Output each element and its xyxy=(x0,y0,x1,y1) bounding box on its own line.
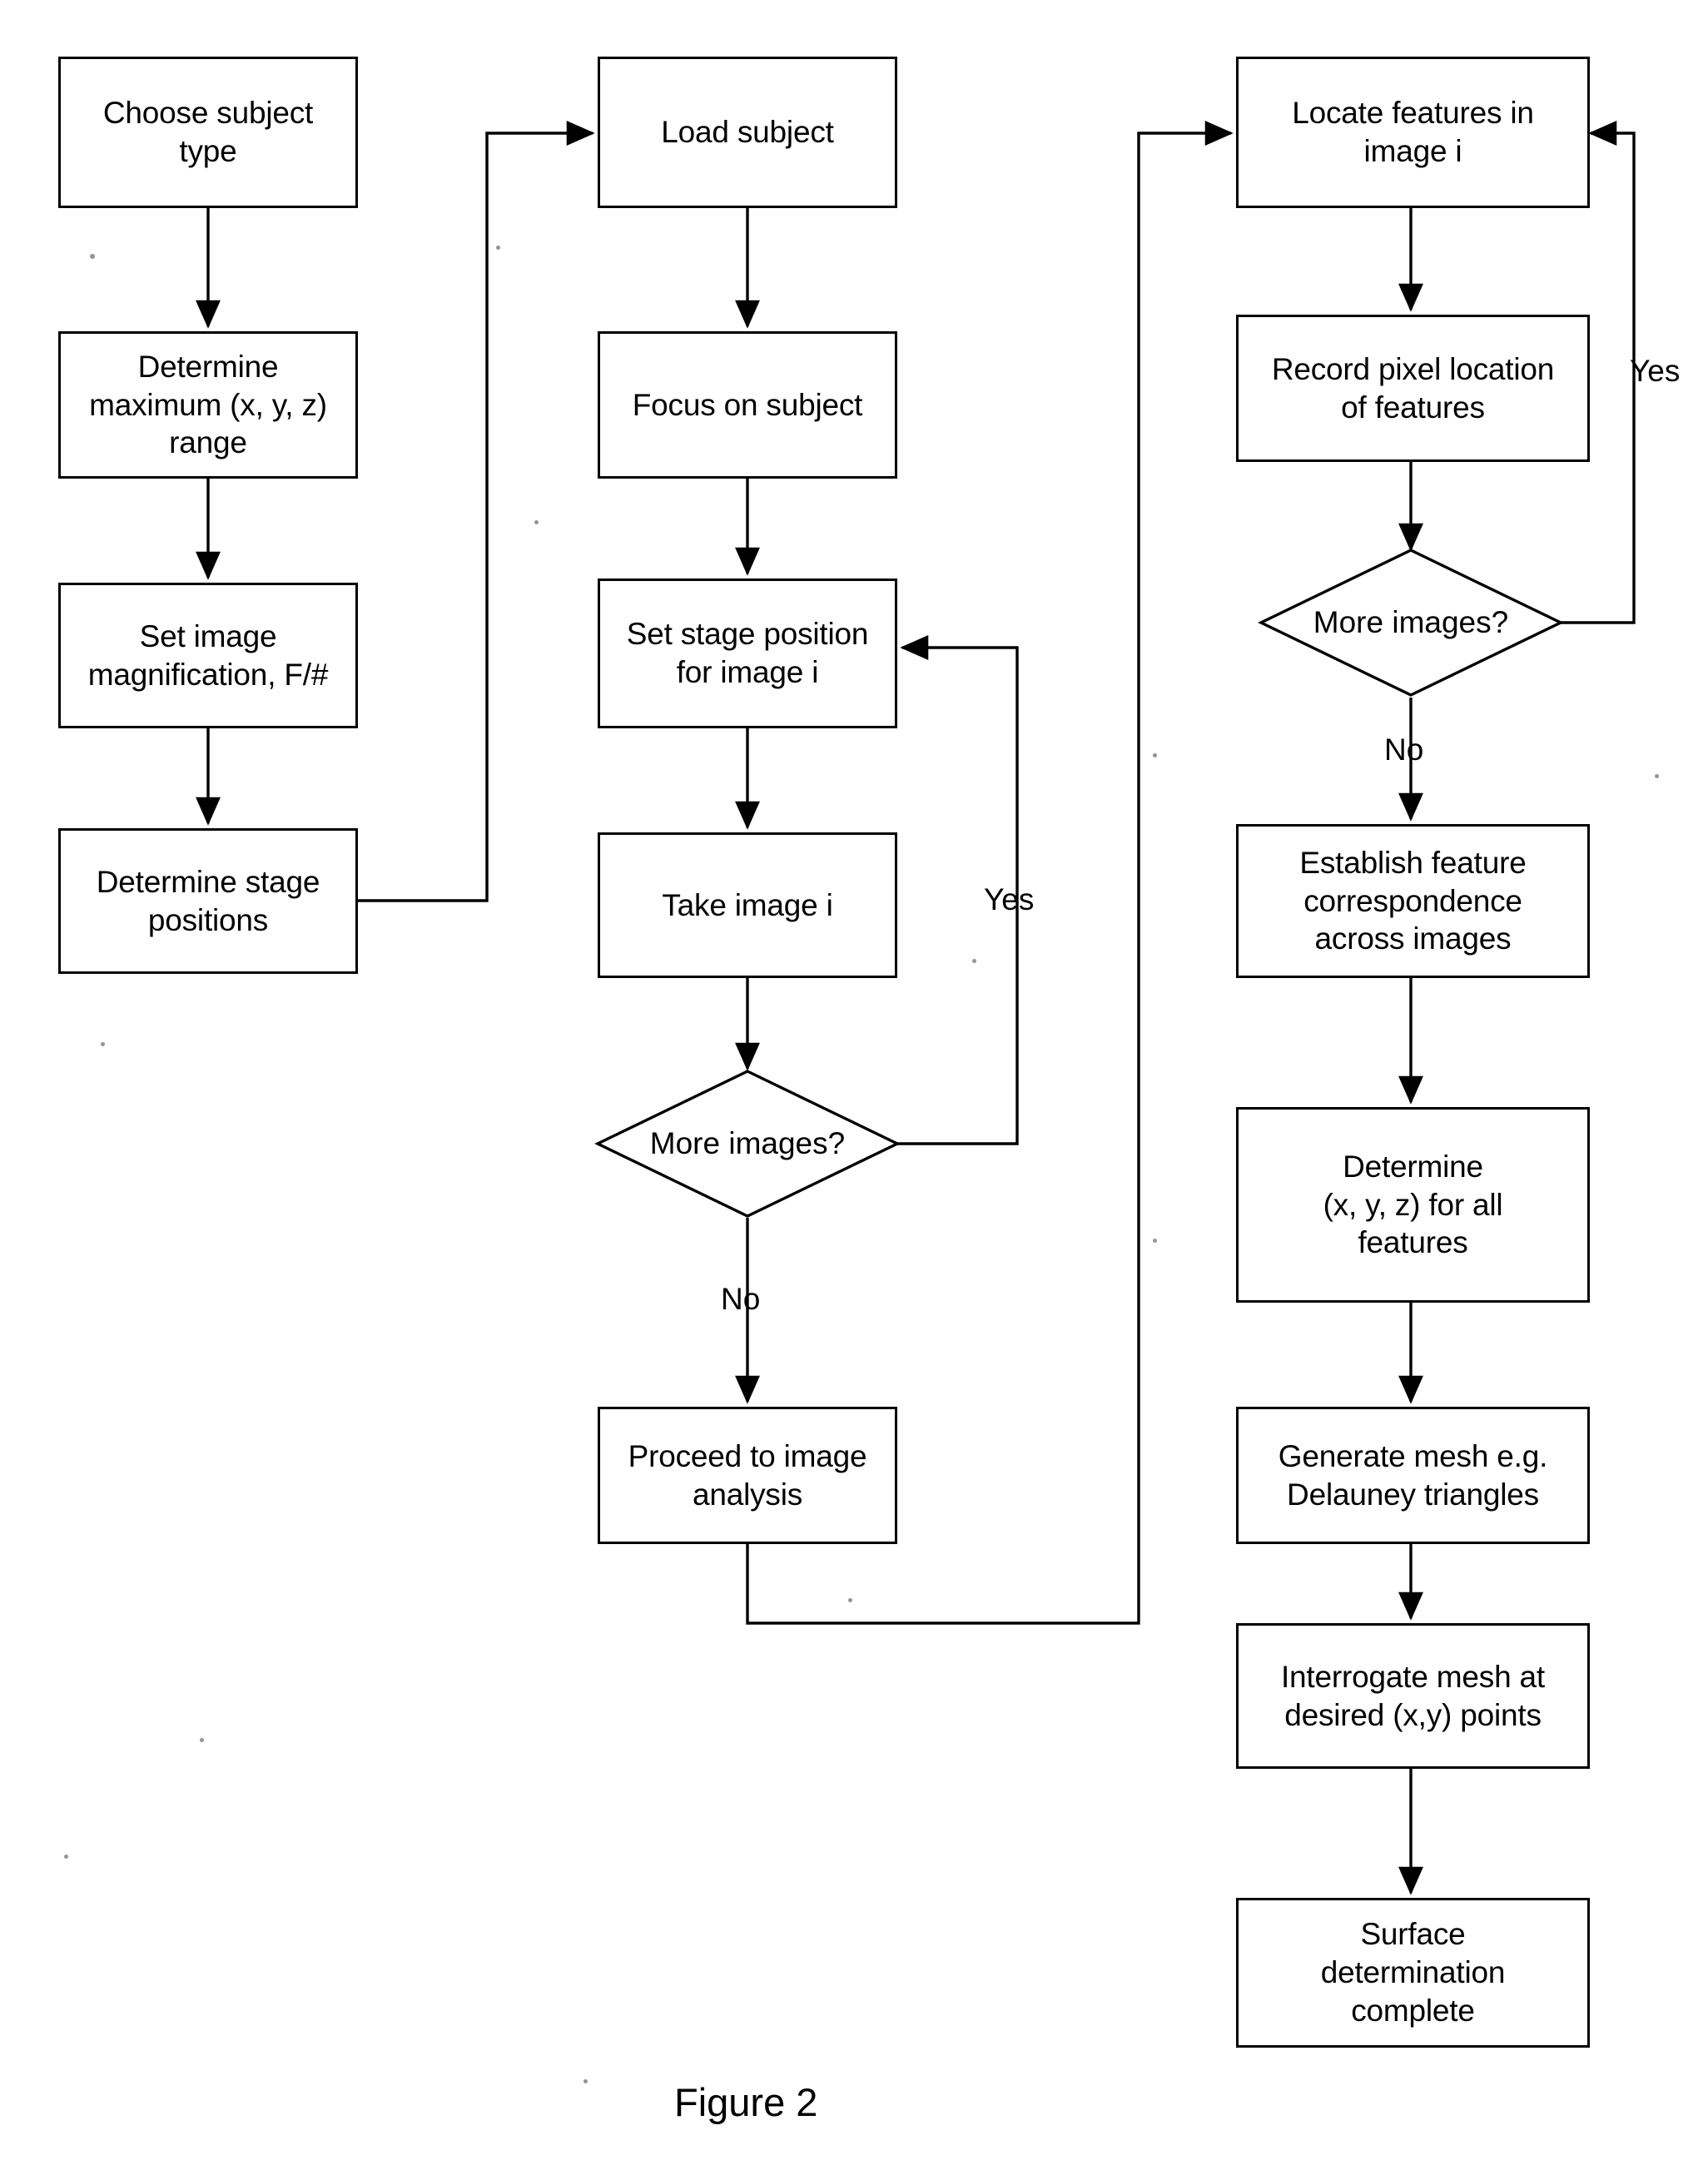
scan-speck xyxy=(1655,774,1659,778)
node-label-choose-subject-type: Choose subject type xyxy=(102,96,314,168)
edge-label-yes-acquisition: Yes xyxy=(984,882,1035,916)
node-label-determine-stage-positions: Determine stage positions xyxy=(96,864,320,937)
node-set-stage-position[interactable]: Set stage position for image i xyxy=(598,579,897,728)
node-determine-stage-positions[interactable]: Determine stage positions xyxy=(58,828,358,974)
scan-speck xyxy=(200,1738,204,1742)
node-label-set-stage-position: Set stage position for image i xyxy=(626,617,869,689)
decision-label-wrap-analysis[interactable]: More images? xyxy=(1261,550,1561,695)
decision-label-wrap-acquisition[interactable]: More images? xyxy=(598,1071,897,1216)
edge-stage-positions-to-load-subject xyxy=(358,121,595,902)
scan-speck xyxy=(496,246,500,250)
edge-label-no-analysis: No xyxy=(1384,732,1424,767)
node-label-establish-correspondence: Establish feature correspondence across … xyxy=(1299,845,1527,956)
scan-speck xyxy=(90,254,95,259)
node-label-surface-complete: Surface determination complete xyxy=(1320,1917,1506,2028)
edge-label-yes-analysis: Yes xyxy=(1630,354,1681,388)
node-determine-xyz[interactable]: Determine (x, y, z) for all features xyxy=(1236,1107,1590,1303)
node-choose-subject-type[interactable]: Choose subject type xyxy=(58,57,358,208)
node-interrogate-mesh[interactable]: Interrogate mesh at desired (x,y) points xyxy=(1236,1623,1590,1769)
scan-speck xyxy=(1153,1239,1157,1243)
scan-speck xyxy=(972,959,976,963)
node-label-generate-mesh: Generate mesh e.g. Delauney triangles xyxy=(1278,1438,1548,1512)
node-label-load-subject: Load subject xyxy=(661,115,834,150)
node-locate-features[interactable]: Locate features in image i xyxy=(1236,57,1590,208)
scan-speck xyxy=(534,520,539,524)
node-record-pixel-location[interactable]: Record pixel location of features xyxy=(1236,315,1590,462)
scan-speck xyxy=(101,1042,105,1046)
scan-speck xyxy=(1153,753,1157,757)
node-label-proceed-to-image-analysis: Proceed to image analysis xyxy=(628,1438,867,1512)
node-determine-max-range[interactable]: Determine maximum (x, y, z) range xyxy=(58,331,358,479)
figure-page: Choose subject type Determine maximum (x… xyxy=(0,0,1708,2180)
decision-label-more-images-acquisition: More images? xyxy=(649,1126,846,1160)
node-establish-correspondence[interactable]: Establish feature correspondence across … xyxy=(1236,824,1590,978)
node-label-determine-xyz: Determine (x, y, z) for all features xyxy=(1323,1149,1503,1260)
node-surface-complete[interactable]: Surface determination complete xyxy=(1236,1898,1590,2048)
node-label-determine-max-range: Determine maximum (x, y, z) range xyxy=(89,349,327,460)
node-label-focus-on-subject: Focus on subject xyxy=(632,387,863,422)
node-label-take-image: Take image i xyxy=(662,887,833,922)
scan-speck xyxy=(583,2079,588,2083)
node-proceed-to-image-analysis[interactable]: Proceed to image analysis xyxy=(598,1407,897,1544)
node-label-locate-features: Locate features in image i xyxy=(1292,96,1534,168)
node-generate-mesh[interactable]: Generate mesh e.g. Delauney triangles xyxy=(1236,1407,1590,1544)
scan-speck xyxy=(848,1598,852,1602)
node-label-set-image-magnification: Set image magnification, F/# xyxy=(87,618,329,692)
scan-speck xyxy=(64,1855,68,1859)
figure-caption: Figure 2 xyxy=(674,2080,818,2124)
node-focus-on-subject[interactable]: Focus on subject xyxy=(598,331,897,479)
node-take-image[interactable]: Take image i xyxy=(598,832,897,978)
node-load-subject[interactable]: Load subject xyxy=(598,57,897,208)
node-set-image-magnification[interactable]: Set image magnification, F/# xyxy=(58,583,358,728)
decision-label-more-images-analysis: More images? xyxy=(1313,605,1509,639)
edge-label-no-acquisition: No xyxy=(721,1282,761,1316)
node-label-interrogate-mesh: Interrogate mesh at desired (x,y) points xyxy=(1280,1659,1546,1732)
node-label-record-pixel-location: Record pixel location of features xyxy=(1271,351,1555,425)
